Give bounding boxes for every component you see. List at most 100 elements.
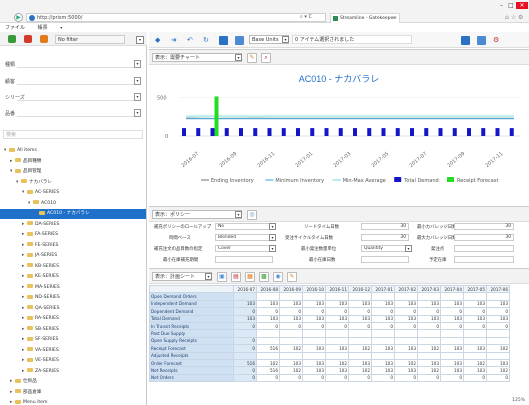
safety-input[interactable] <box>361 256 409 263</box>
grid-column-header[interactable]: 2016-08 <box>256 285 280 294</box>
tree-item[interactable]: ▸ QA-SERIES <box>0 304 146 314</box>
grid-cell[interactable] <box>325 351 349 360</box>
grid-cell[interactable]: 103 <box>463 299 487 309</box>
tree-item[interactable]: ▸ FA-SERIES <box>0 230 146 240</box>
grid-cell[interactable] <box>440 351 464 360</box>
grid-cell[interactable]: 0 <box>394 321 418 331</box>
grid-cell[interactable] <box>279 329 303 338</box>
grid-cell[interactable] <box>486 351 510 360</box>
grid-cell[interactable]: 103 <box>233 299 257 309</box>
grid-cell[interactable]: 103 <box>279 358 303 368</box>
search-icon[interactable]: ⌕ ▾ C <box>300 14 312 20</box>
po-input[interactable] <box>454 245 514 252</box>
tree-item[interactable]: ▸ RA-SERIES <box>0 314 146 324</box>
grid-cell[interactable] <box>302 329 326 338</box>
grid-cell[interactable]: 0 <box>325 307 349 316</box>
grid-cell[interactable]: 103 <box>440 314 464 323</box>
pencil-icon[interactable]: ✎ <box>247 53 257 63</box>
delete-icon[interactable] <box>24 35 32 43</box>
grid-cell[interactable]: 0 <box>233 336 257 346</box>
grid-cell[interactable]: 102 <box>279 344 303 353</box>
grid-cell[interactable]: 103 <box>325 344 349 353</box>
grid-column-header[interactable]: 2017-03 <box>417 285 441 294</box>
grid-cell[interactable]: 0 <box>233 344 257 353</box>
tree-search-input[interactable]: 検索 <box>3 130 143 139</box>
tree-item[interactable]: ▾ ナカバラレ <box>0 178 146 188</box>
settings-icon[interactable]: ⚙ <box>493 36 502 45</box>
menu-file[interactable]: ファイル <box>5 25 25 31</box>
save-all-icon[interactable] <box>235 36 244 45</box>
grid-cell[interactable]: 102 <box>417 344 441 353</box>
grid-cell[interactable]: 102 <box>394 358 418 368</box>
tree-item[interactable]: ▸ SF-SERIES <box>0 335 146 345</box>
grid-cell[interactable]: 0 <box>486 321 510 331</box>
tree-item[interactable]: ▸ ZA-SERIES <box>0 367 146 377</box>
cycle-input[interactable]: 30 <box>361 234 409 241</box>
grid-cell[interactable]: 0 <box>486 307 510 316</box>
tree-item[interactable]: ▾ 品目管理 <box>0 167 146 177</box>
grid-cell[interactable]: 103 <box>302 314 326 323</box>
grid-cell[interactable] <box>417 292 441 301</box>
order-type-select[interactable]: Cover <box>215 245 273 252</box>
grid-cell[interactable] <box>233 329 257 338</box>
grid-cell[interactable] <box>279 292 303 301</box>
grid-cell[interactable] <box>486 329 510 338</box>
grid-column-header[interactable]: 2017-04 <box>440 285 464 294</box>
grid-cell[interactable] <box>256 336 280 346</box>
grid-cell[interactable]: 103 <box>371 344 395 353</box>
grid-cell[interactable] <box>302 351 326 360</box>
grid-cell[interactable] <box>348 351 372 360</box>
grid-cell[interactable]: 0 <box>233 307 257 316</box>
grid-cell[interactable]: 103 <box>417 358 441 368</box>
grid-cell[interactable]: 103 <box>371 314 395 323</box>
grid-cell[interactable]: 103 <box>486 358 510 368</box>
edit-icon[interactable] <box>40 35 48 43</box>
grid-cell[interactable]: 103 <box>325 314 349 323</box>
grid-cell[interactable] <box>325 329 349 338</box>
tree-item[interactable]: ▸ SB-SERIES <box>0 325 146 335</box>
grid-cell[interactable]: 103 <box>256 299 280 309</box>
grid-cell[interactable] <box>394 351 418 360</box>
grid-column-header[interactable]: 2016-07 <box>233 285 257 294</box>
url-input[interactable]: http://prism:5000/ <box>26 13 326 22</box>
grid-cell[interactable]: 103 <box>325 299 349 309</box>
grid-cell[interactable]: 0 <box>371 373 395 383</box>
grid-cell[interactable]: 103 <box>486 314 510 323</box>
lead-time-input[interactable]: 30 <box>361 223 409 230</box>
grid-cell[interactable]: 0 <box>279 321 303 331</box>
grid-cell[interactable]: 0 <box>302 321 326 331</box>
grid-cell[interactable]: 516 <box>256 366 280 375</box>
chevron-down-icon[interactable]: ▾ <box>269 245 276 252</box>
grid-cell[interactable] <box>233 351 257 360</box>
units-dropdown-icon[interactable]: ▾ <box>282 36 289 43</box>
grid-cell[interactable]: 103 <box>394 314 418 323</box>
arrow-left-icon[interactable]: ◆ <box>155 36 164 45</box>
grid-cell[interactable]: 0 <box>463 373 487 383</box>
grid-cell[interactable]: 102 <box>279 366 303 375</box>
grid-cell[interactable] <box>302 336 326 346</box>
grid-cell[interactable]: 0 <box>394 307 418 316</box>
grid-column-header[interactable]: 2017-05 <box>463 285 487 294</box>
grid-cell[interactable]: 102 <box>463 358 487 368</box>
grid-cell[interactable] <box>394 329 418 338</box>
chevron-down-icon[interactable]: ▾ <box>269 234 276 241</box>
close-icon[interactable]: ✕ <box>516 2 528 9</box>
grid-cell[interactable]: 0 <box>256 307 280 316</box>
grid-cell[interactable]: 0 <box>279 307 303 316</box>
info-icon[interactable]: ◉ <box>273 272 283 282</box>
grid-cell[interactable]: 103 <box>463 366 487 375</box>
grid-cell[interactable]: 102 <box>348 344 372 353</box>
grid-cell[interactable]: 0 <box>256 321 280 331</box>
tree-item[interactable]: ▸ ND-SERIES <box>0 293 146 303</box>
grid-cell[interactable]: 102 <box>417 366 441 375</box>
grid-cell[interactable]: 102 <box>325 358 349 368</box>
grid-column-header[interactable]: 2017-06 <box>486 285 510 294</box>
tree-item[interactable]: ▸ 品目種類 <box>0 157 146 167</box>
grid-cell[interactable]: 103 <box>256 314 280 323</box>
grid-cell[interactable]: 103 <box>233 314 257 323</box>
grid-cell[interactable] <box>463 336 487 346</box>
grid-cell[interactable]: 0 <box>348 373 372 383</box>
grid-cell[interactable]: 103 <box>440 299 464 309</box>
arrow-right-icon[interactable]: ➜ <box>171 36 180 45</box>
save-icon[interactable] <box>219 36 228 45</box>
